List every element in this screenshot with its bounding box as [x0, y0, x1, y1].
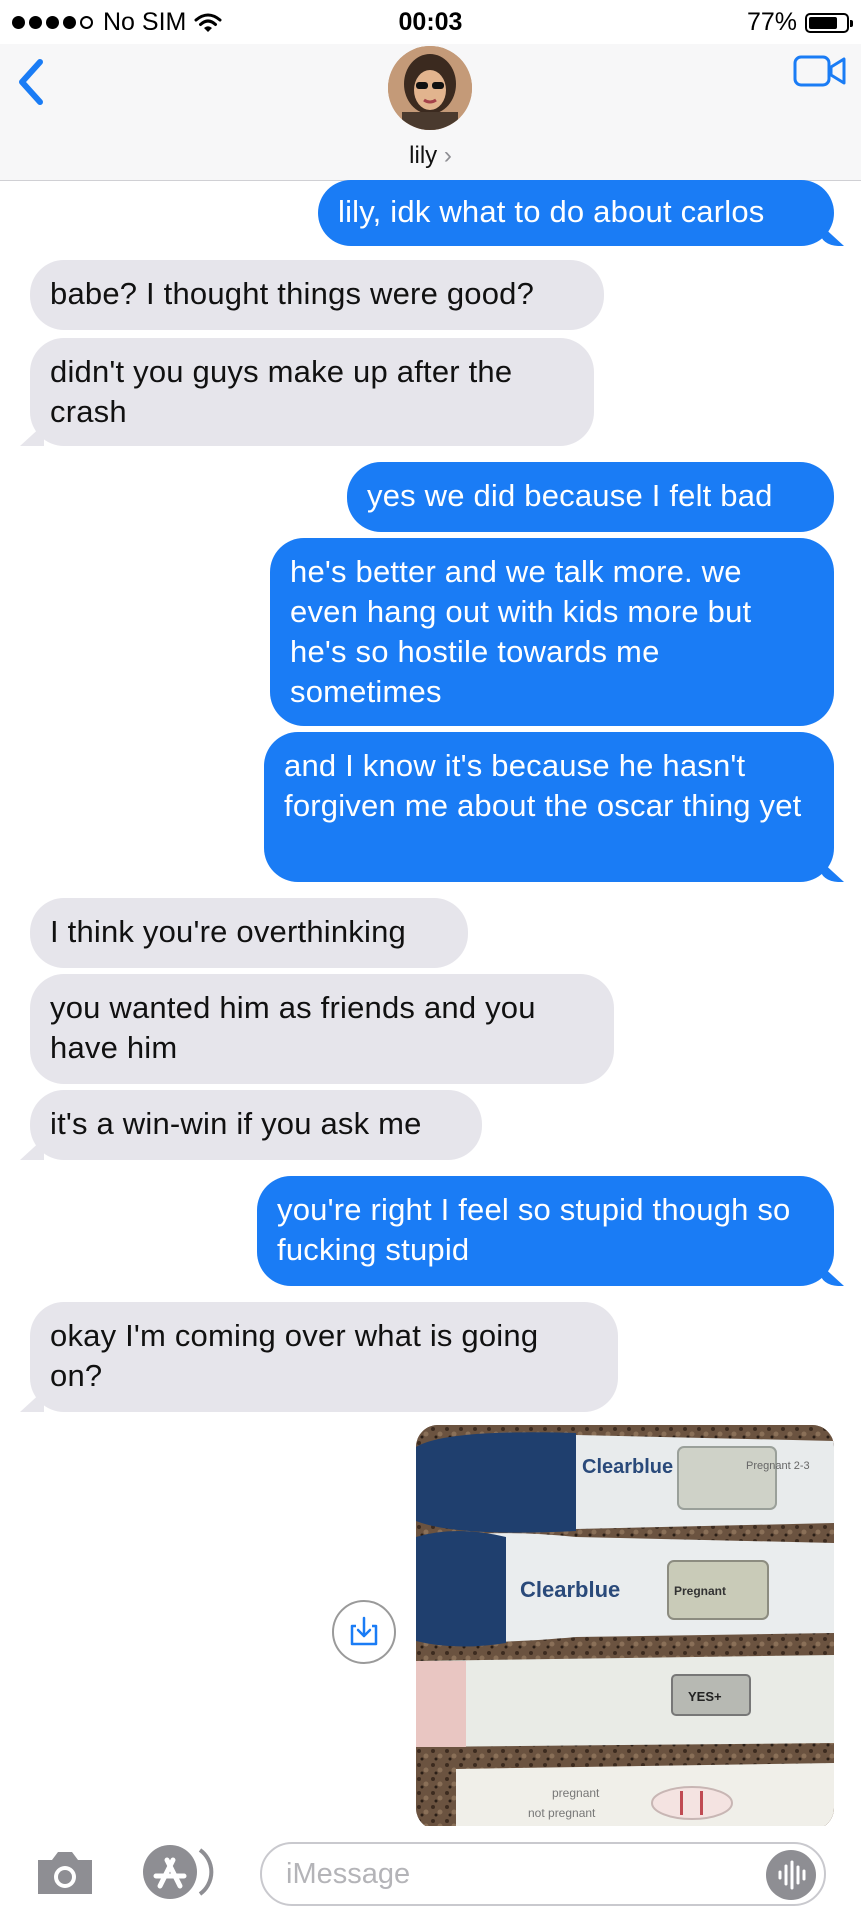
test-2-window-text: Pregnant	[674, 1584, 726, 1598]
app-store-icon[interactable]	[140, 1842, 216, 1902]
download-icon	[350, 1616, 378, 1646]
test-1-brand: Clearblue	[582, 1456, 673, 1478]
message-incoming[interactable]: it's a win-win if you ask me	[30, 1090, 482, 1160]
status-time: 00:03	[398, 8, 463, 36]
camera-icon[interactable]	[34, 1848, 96, 1898]
message-incoming[interactable]: didn't you guys make up after the crash	[30, 338, 594, 446]
status-right: 77%	[746, 8, 853, 37]
message-outgoing[interactable]: and I know it's because he hasn't forgiv…	[264, 732, 834, 882]
message-placeholder: iMessage	[286, 1858, 411, 1890]
contact-name[interactable]: lily ›	[0, 142, 861, 170]
message-outgoing[interactable]: yes we did because I felt bad	[347, 462, 834, 532]
message-outgoing[interactable]: you're right I feel so stupid though so …	[257, 1176, 834, 1286]
message-outgoing[interactable]: lily, idk what to do about carlos	[318, 180, 834, 246]
message-input-bar: iMessage	[0, 1826, 861, 1920]
avatar[interactable]	[388, 46, 472, 130]
message-outgoing[interactable]: he's better and we talk more. we even ha…	[270, 538, 834, 726]
test-2-brand: Clearblue	[520, 1577, 620, 1602]
message-incoming[interactable]: you wanted him as friends and you have h…	[30, 974, 614, 1084]
imessage-field[interactable]: iMessage	[260, 1842, 826, 1906]
chevron-right-icon: ›	[443, 142, 452, 169]
chevron-left-icon[interactable]	[12, 50, 52, 110]
message-incoming[interactable]: babe? I thought things were good?	[30, 260, 604, 330]
battery-icon	[805, 12, 853, 33]
conversation-header: lily ›	[0, 44, 861, 181]
test-1-window-text: Pregnant 2-3	[746, 1460, 810, 1472]
avatar-photo	[388, 46, 472, 130]
waveform-icon	[778, 1860, 806, 1890]
test-4-text-1: pregnant	[552, 1786, 600, 1800]
audio-record-button[interactable]	[766, 1850, 816, 1900]
video-camera-icon[interactable]	[793, 54, 847, 88]
message-incoming[interactable]: okay I'm coming over what is going on?	[30, 1302, 618, 1412]
test-3-window-text: YES+	[688, 1689, 722, 1704]
save-photo-button[interactable]	[332, 1600, 396, 1664]
message-incoming[interactable]: I think you're overthinking	[30, 898, 468, 968]
status-bar: No SIM 00:03 77%	[0, 0, 861, 44]
test-4-text-2: not pregnant	[528, 1806, 596, 1820]
pregnancy-tests-photo: Pregnant 2-3 Clearblue Pregnant Clearblu…	[416, 1425, 834, 1830]
photo-attachment[interactable]: Pregnant 2-3 Clearblue Pregnant Clearblu…	[416, 1425, 834, 1830]
battery-percent: 77%	[746, 8, 797, 36]
